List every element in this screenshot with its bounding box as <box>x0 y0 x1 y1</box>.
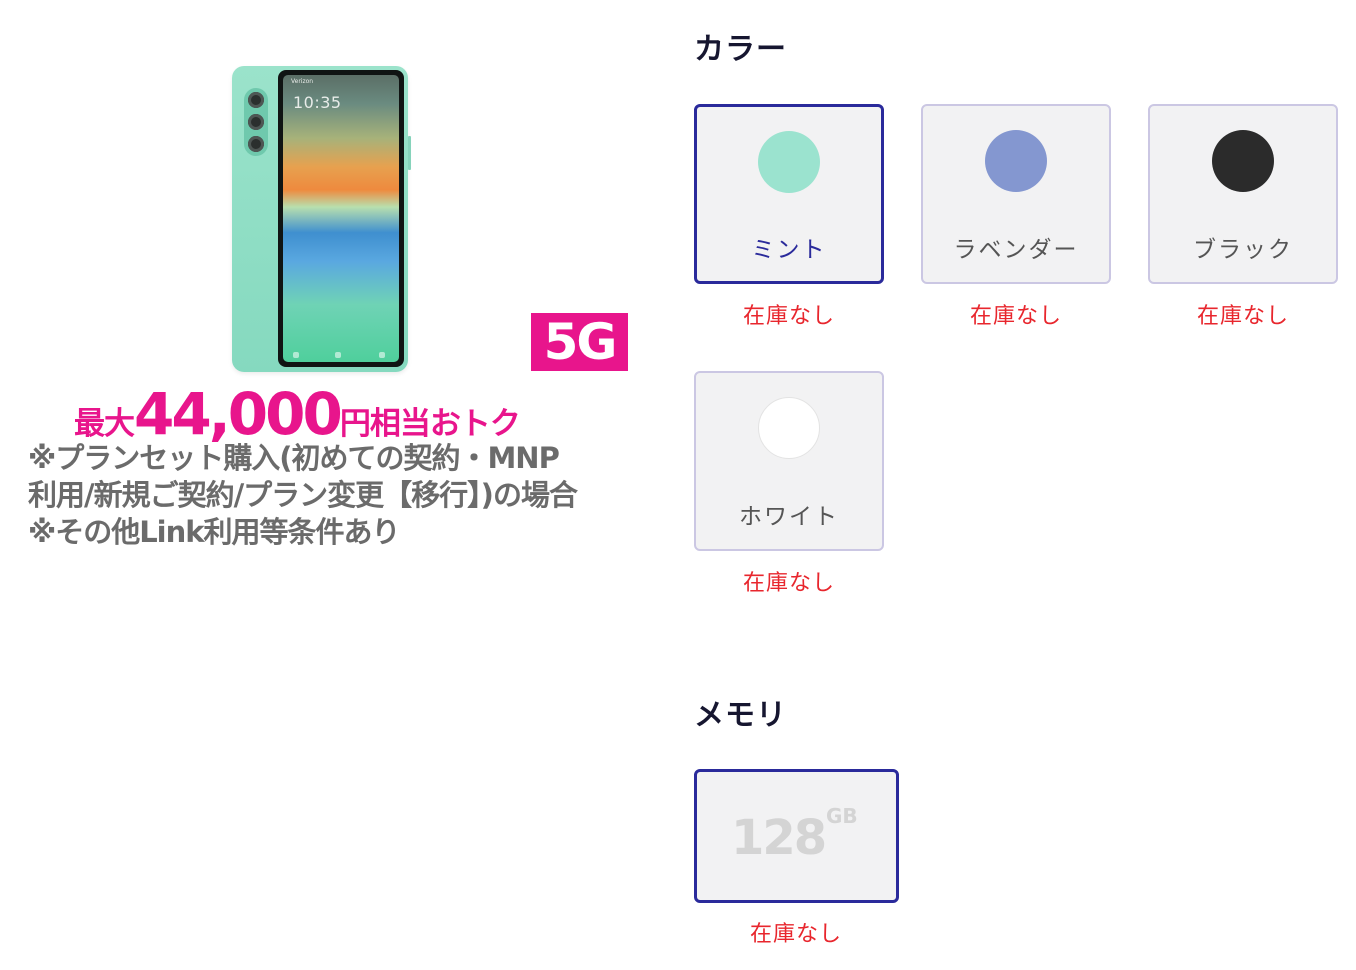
color-option-white[interactable]: ホワイト <box>694 371 884 551</box>
color-swatch <box>758 397 820 459</box>
phone-side-button <box>408 136 411 170</box>
color-option-mint[interactable]: ミント <box>694 104 884 284</box>
deal-note-line: ※プランセット購入(初めての契約・MNP <box>28 441 560 475</box>
deal-prefix: 最大 <box>74 406 135 442</box>
camera-lens <box>248 114 264 130</box>
camera-lens <box>248 92 264 108</box>
color-option-label: ブラック <box>1193 237 1293 263</box>
color-option-label: ラベンダー <box>953 237 1079 263</box>
deal-suffix: 円相当おトク <box>339 406 521 442</box>
color-option-lavender[interactable]: ラベンダー <box>921 104 1111 284</box>
phone-clock: 10:35 <box>293 93 342 112</box>
memory-section-title: メモリ <box>694 698 787 733</box>
color-swatch <box>758 131 820 193</box>
nav-icon <box>379 352 385 358</box>
stock-status: 在庫なし <box>1196 304 1289 329</box>
product-promo: Verizon 10:35 5G 最大44,000円相当おトク ※プランセット購… <box>0 0 660 600</box>
color-swatch <box>985 130 1047 192</box>
deal-note-line: ※その他Link利用等条件あり <box>28 515 401 549</box>
phone-nav-bar <box>283 348 399 358</box>
stock-status: 在庫なし <box>749 922 842 947</box>
phone-screen: Verizon 10:35 <box>278 70 404 367</box>
phone-wallpaper: Verizon 10:35 <box>283 75 399 362</box>
phone-camera-module <box>244 88 268 156</box>
stock-status: 在庫なし <box>742 571 835 596</box>
camera-lens <box>248 136 264 152</box>
stock-status: 在庫なし <box>742 304 835 329</box>
deal-headline: 最大44,000円相当おトク <box>74 380 521 448</box>
color-swatch <box>1212 130 1274 192</box>
stock-status: 在庫なし <box>969 304 1062 329</box>
deal-note-line: 利用/新規ご契約/プラン変更【移行】)の場合 <box>28 478 578 512</box>
color-section-title: カラー <box>694 32 787 67</box>
memory-unit: GB <box>826 804 858 828</box>
memory-capacity: 128 <box>731 810 827 866</box>
memory-option-128gb[interactable]: 128 GB <box>694 769 899 903</box>
color-option-label: ホワイト <box>739 504 839 530</box>
color-option-black[interactable]: ブラック <box>1148 104 1338 284</box>
deal-notes: ※プランセット購入(初めての契約・MNP 利用/新規ご契約/プラン変更【移行】)… <box>28 440 648 551</box>
nav-icon <box>335 352 341 358</box>
product-image-phone: Verizon 10:35 <box>232 66 411 372</box>
deal-amount: 44,000 <box>134 380 343 448</box>
5g-badge: 5G <box>531 313 628 371</box>
nav-icon <box>293 352 299 358</box>
phone-status-text: Verizon <box>291 78 314 85</box>
color-option-label: ミント <box>751 237 827 263</box>
